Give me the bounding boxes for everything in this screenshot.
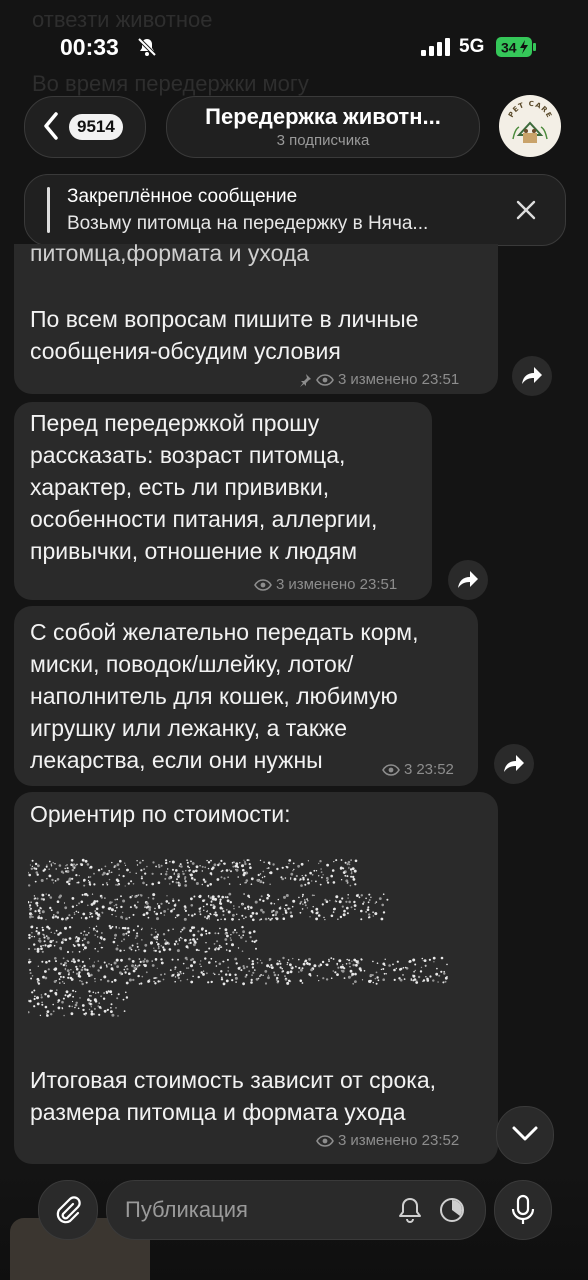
channel-title: Передержка животн... [205, 104, 441, 129]
forward-button[interactable] [512, 356, 552, 396]
view-count: 3 [276, 576, 285, 593]
silent-bell-icon [137, 37, 157, 57]
channel-subtitle: 3 подписчика [276, 132, 370, 149]
hidden-spoiler-text[interactable] [28, 856, 458, 1028]
message-header-text: Ориентир по стоимости: [30, 801, 291, 827]
schedule-timer-icon[interactable] [437, 1195, 467, 1225]
pinned-message-banner[interactable]: Закреплённое сообщение Возьму питомца на… [24, 174, 566, 246]
views-eye-icon [316, 1134, 334, 1147]
pin-icon [300, 373, 311, 387]
voice-record-button[interactable] [494, 1180, 552, 1240]
pinned-indicator [47, 187, 50, 233]
message-meta: 3 23:52 [382, 761, 454, 778]
message-partial-text: питомца,формата и ухода [30, 240, 310, 266]
message-time: изменено 23:51 [350, 371, 460, 388]
paperclip-icon [56, 1196, 81, 1224]
share-arrow-icon [504, 755, 524, 772]
message-meta: 3 изменено 23:52 [316, 1132, 459, 1149]
message-text: С собой желательно передать корм, миски,… [30, 619, 419, 773]
close-icon[interactable] [513, 197, 539, 223]
forward-button[interactable] [494, 744, 534, 784]
view-count: 3 [338, 371, 347, 388]
notification-bell-icon[interactable] [395, 1195, 425, 1225]
message-time: изменено 23:52 [350, 1132, 460, 1149]
share-arrow-icon [458, 571, 478, 588]
battery-level: 34 [501, 40, 517, 56]
views-eye-icon [254, 578, 272, 591]
signal-icon [421, 38, 450, 56]
chevron-left-icon [44, 112, 58, 140]
status-time: 00:33 [60, 34, 119, 60]
status-bar: 00:33 5G 34 [0, 0, 588, 90]
attach-button[interactable] [38, 1180, 98, 1240]
message-time: изменено 23:51 [288, 576, 398, 593]
views-eye-icon [316, 373, 334, 386]
message-text: Итоговая стоимость зависит от срока, раз… [30, 1067, 437, 1125]
view-count: 3 [404, 761, 413, 778]
message-meta: 3 изменено 23:51 [298, 371, 459, 388]
message-text: Перед передержкой прошу рассказать: возр… [30, 410, 378, 564]
chevron-down-icon [512, 1126, 538, 1141]
microphone-icon [511, 1194, 535, 1224]
message-meta: 3 изменено 23:51 [254, 576, 397, 593]
share-arrow-icon [522, 367, 542, 384]
forward-button[interactable] [448, 560, 488, 600]
message-text: По всем вопросам пишите в личные сообщен… [30, 306, 419, 364]
network-type: 5G [459, 36, 485, 57]
pinned-label: Закреплённое сообщение [67, 186, 298, 207]
message-input[interactable] [123, 1194, 377, 1226]
message-time: 23:52 [416, 761, 454, 778]
pet-care-logo-icon: PET CARE [500, 96, 560, 156]
scroll-down-button[interactable] [496, 1106, 554, 1164]
channel-avatar[interactable]: PET CARE [499, 95, 561, 157]
pinned-text: Возьму питомца на передержку в Няча... [67, 213, 429, 234]
views-eye-icon [382, 763, 400, 776]
unread-count-badge: 9514 [69, 114, 123, 140]
battery-icon: 34 [496, 37, 536, 57]
message-composer[interactable] [106, 1180, 486, 1240]
channel-title-button[interactable]: Передержка животн... 3 подписчика [166, 96, 480, 158]
back-button[interactable]: 9514 [24, 96, 146, 158]
view-count: 3 [338, 1132, 347, 1149]
